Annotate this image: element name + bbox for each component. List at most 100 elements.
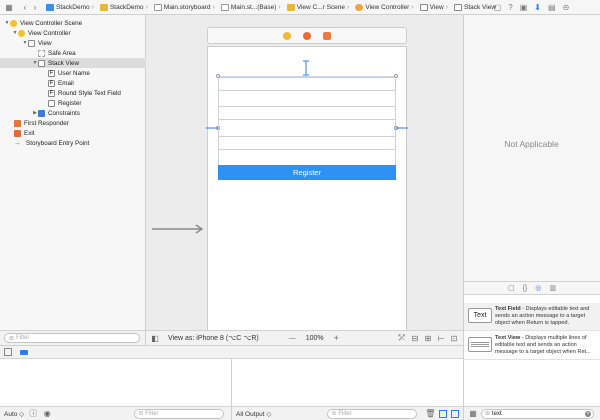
register-button[interactable]: Register: [218, 165, 396, 180]
file-inspector-icon[interactable]: ▢: [494, 3, 502, 12]
breadcrumb: StackDemo › StackDemo › Main.storyboard › M…: [44, 0, 498, 15]
filter-icon: ⊜: [138, 411, 144, 417]
view-icon: [28, 39, 35, 47]
quick-help-icon[interactable]: ?: [508, 3, 512, 12]
toggle-outline-icon[interactable]: ◧: [150, 334, 160, 343]
variables-status-bar: Auto ◇ ⓘ ◉ ⊜ Filter: [0, 406, 232, 420]
constraints-icon: [38, 109, 45, 117]
console-filter-input[interactable]: ⊜ Filter: [327, 408, 418, 419]
all-output-selector[interactable]: All Output ◇: [236, 410, 271, 418]
view-controller-icon: [18, 29, 25, 37]
trailing-constraint-icon: [396, 127, 408, 129]
spacing-guide-icon: [303, 60, 309, 76]
variables-view: [0, 359, 232, 406]
outline-item-user-name[interactable]: F User Name: [42, 68, 90, 78]
round-style-text-field[interactable]: [218, 136, 396, 150]
storyboard-file-icon: [153, 3, 162, 11]
outline-item-stack-view[interactable]: ▼ Stack View: [0, 58, 146, 68]
forward-arrow-icon[interactable]: ›: [30, 2, 40, 12]
trash-icon[interactable]: 🗑: [425, 409, 435, 418]
variables-filter-input[interactable]: ⊜ Filter: [134, 408, 225, 419]
clear-filter-icon[interactable]: ×: [585, 410, 591, 417]
eye-icon[interactable]: ◉: [42, 409, 52, 418]
text-field-thumbnail: Text: [468, 308, 492, 323]
view-controller-icon: [355, 3, 364, 11]
library-item-text-view[interactable]: Text View - Displays multiple lines of e…: [464, 332, 600, 360]
outline-item-round-style-text-field[interactable]: F Round Style Text Field: [42, 88, 121, 98]
object-library-icon[interactable]: ◎: [535, 284, 541, 292]
project-icon: [46, 3, 54, 11]
document-outline: ▼ View Controller Scene ▼ View Controlle…: [0, 15, 146, 345]
stack-view-icon: [38, 59, 45, 67]
zoom-level: 100%: [305, 334, 324, 342]
breadcrumb-project[interactable]: StackDemo ›: [44, 0, 98, 15]
breadcrumb-folder[interactable]: StackDemo ›: [98, 0, 152, 15]
resolve-issues-icon[interactable]: ⊡: [449, 334, 459, 343]
library-tabs: ▢ {} ◎ ▥: [463, 281, 600, 295]
button-icon: [48, 99, 55, 107]
size-inspector-icon[interactable]: ▤: [548, 3, 556, 12]
breadcrumb-scene[interactable]: View C...r Scene ›: [285, 0, 354, 15]
outline-item-entry-point[interactable]: → Storyboard Entry Point: [14, 138, 89, 148]
breadcrumb-storyboard[interactable]: Main.storyboard ›: [152, 0, 219, 15]
email-text-field[interactable]: [218, 106, 396, 120]
identity-inspector-icon[interactable]: ▣: [520, 3, 528, 12]
add-constraints-icon[interactable]: ⊢: [436, 334, 446, 343]
outline-item-safe-area[interactable]: Safe Area: [32, 48, 76, 58]
object-library: Text Text Field - Displays editable text…: [463, 295, 600, 406]
attributes-inspector-icon[interactable]: ⬇: [534, 3, 541, 12]
library-filter-input[interactable]: ⊜ text ×: [481, 408, 594, 419]
outline-item-scene[interactable]: ▼ View Controller Scene: [4, 18, 82, 28]
text-field-icon: F: [48, 69, 55, 77]
outline-item-view-controller[interactable]: ▼ View Controller: [12, 28, 71, 38]
leading-constraint-icon: [206, 127, 218, 129]
grid-icon[interactable]: ▦: [4, 2, 14, 12]
first-responder-icon: [14, 119, 21, 127]
exit-dock-icon[interactable]: [323, 31, 331, 40]
update-frames-icon[interactable]: ⤱: [397, 333, 407, 343]
first-responder-dock-icon[interactable]: [303, 31, 311, 40]
user-name-text-field[interactable]: [218, 77, 396, 91]
jump-bar: ▦ ‹ › StackDemo › StackDemo › Main.storybo…: [0, 0, 600, 15]
auto-selector[interactable]: Auto ◇: [4, 410, 24, 418]
connections-inspector-icon[interactable]: ⊝: [563, 3, 570, 12]
breadcrumb-view-controller[interactable]: View Controller ›: [353, 0, 417, 15]
outline-item-email[interactable]: F Email: [42, 78, 74, 88]
canvas-bottom-bar: ◧ View as: iPhone 8 (⌥C ⌥R) — 100% + ⤱ ⊟…: [146, 330, 463, 345]
file-template-library-icon[interactable]: ▢: [508, 284, 515, 292]
zoom-out-button[interactable]: —: [289, 335, 296, 342]
library-item-text-field[interactable]: Text Text Field - Displays editable text…: [464, 303, 600, 331]
breakpoints-toggle-icon[interactable]: [20, 349, 28, 355]
filter-icon: ⊜: [485, 411, 491, 417]
grid-view-icon[interactable]: ▦: [468, 409, 478, 418]
view-as-device[interactable]: View as: iPhone 8 (⌥C ⌥R): [168, 334, 259, 342]
text-view-thumbnail: [468, 337, 492, 352]
outline-item-first-responder[interactable]: First Responder: [14, 118, 69, 128]
split-right-icon[interactable]: [451, 409, 460, 418]
outline-filter-input[interactable]: ⊜ Filter: [4, 333, 140, 343]
info-icon[interactable]: ⓘ: [28, 408, 38, 419]
outline-item-exit[interactable]: Exit: [14, 128, 35, 138]
media-library-icon[interactable]: ▥: [549, 284, 556, 292]
code-snippet-library-icon[interactable]: {}: [523, 285, 528, 292]
embed-in-stack-icon[interactable]: ⊟: [410, 334, 420, 343]
library-item-title: Text View: [495, 335, 521, 341]
text-field-icon: F: [48, 89, 55, 97]
align-icon[interactable]: ⊞: [423, 334, 433, 343]
entry-point-arrow-icon: [152, 224, 204, 234]
breadcrumb-view[interactable]: View ›: [418, 0, 452, 15]
outline-item-view[interactable]: ▼ View: [22, 38, 52, 48]
outline-item-register[interactable]: Register: [42, 98, 81, 108]
view-controller-dock-icon[interactable]: [283, 31, 291, 40]
outline-filter-bar: ⊜ Filter: [0, 330, 146, 345]
inspector-tabs: ▢ ? ▣ ⬇ ▤ ⊝: [463, 0, 600, 15]
scene-dock: [207, 27, 407, 44]
back-arrow-icon[interactable]: ‹: [20, 2, 30, 12]
console-status-bar: All Output ◇ ⊜ Filter 🗑: [232, 406, 463, 420]
hide-debug-area-icon[interactable]: [4, 348, 12, 356]
outline-item-constraints[interactable]: ▶ Constraints: [32, 108, 80, 118]
zoom-in-button[interactable]: +: [334, 333, 339, 343]
storyboard-file-icon: [220, 3, 229, 11]
breadcrumb-storyboard-base[interactable]: Main.st...(Base) ›: [219, 0, 285, 15]
split-left-icon[interactable]: [439, 409, 448, 418]
